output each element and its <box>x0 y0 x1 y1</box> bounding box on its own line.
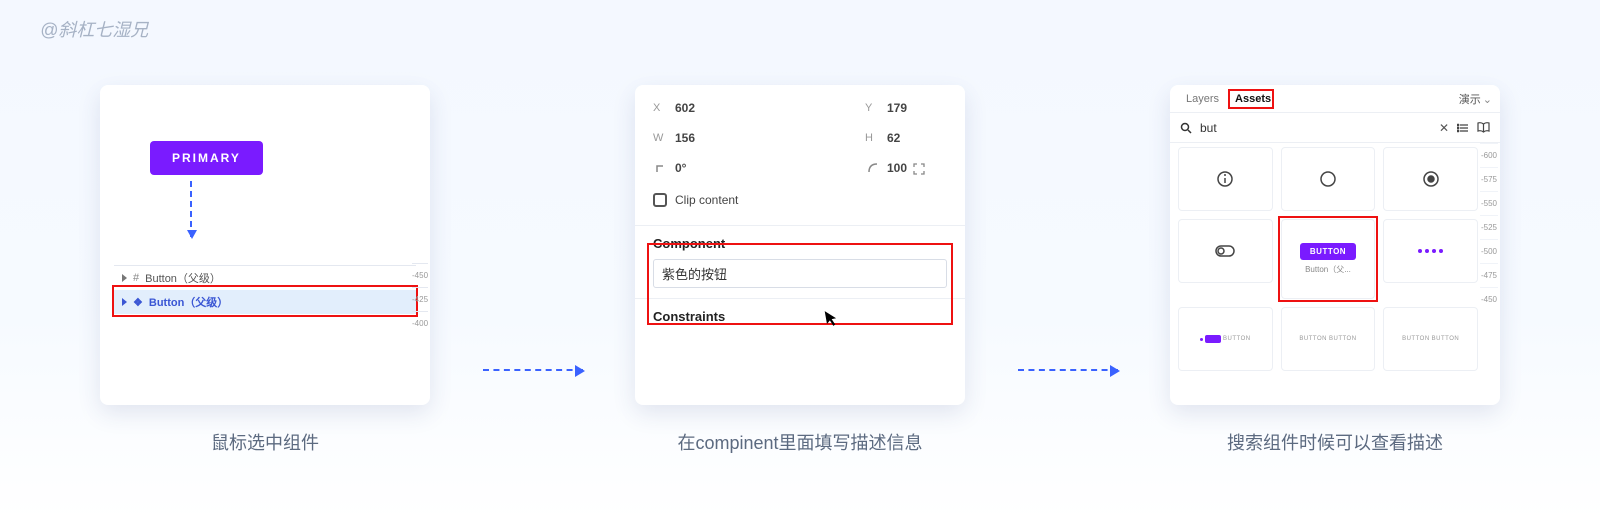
info-icon <box>1216 170 1234 188</box>
constraints-section-title: Constraints <box>653 309 947 324</box>
button-pill: BUTTON <box>1300 243 1356 260</box>
dots-icon <box>1418 249 1443 253</box>
circle-icon <box>1319 170 1337 188</box>
assets-search-bar: but ✕ <box>1170 113 1500 143</box>
frame-icon: # <box>133 272 139 284</box>
button-composite-icon: BUTTON <box>1200 335 1251 343</box>
asset-card[interactable] <box>1383 219 1478 283</box>
search-icon <box>1180 122 1192 134</box>
present-button[interactable]: 演示⌄ <box>1459 91 1492 107</box>
flow-arrow-icon <box>1018 369 1118 371</box>
ruler-tick: -550 <box>1480 191 1498 215</box>
search-input[interactable]: but <box>1200 121 1431 135</box>
ruler-tick: -500 <box>1480 239 1498 263</box>
panel-component-description: X 602 Y 179 W 156 H 62 0° <box>635 85 965 405</box>
asset-card[interactable] <box>1178 219 1273 283</box>
clip-content-label: Clip content <box>675 193 738 207</box>
asset-card[interactable] <box>1383 147 1478 211</box>
clip-content-checkbox[interactable] <box>653 193 667 207</box>
layer-row-selected[interactable]: ❖ Button（父级） <box>114 290 416 314</box>
x-value[interactable]: 602 <box>675 101 735 115</box>
ruler-tick: -475 <box>1480 263 1498 287</box>
expand-triangle-icon[interactable] <box>122 298 127 306</box>
corner-radius-icon <box>865 160 881 176</box>
layer-name: Button（父级） <box>145 270 221 286</box>
asset-card[interactable]: BUTTONBUTTON <box>1281 307 1376 371</box>
diagram-stage: PRIMARY # Button（父级） ❖ Button（父级） -450 -… <box>0 85 1600 505</box>
w-label: W <box>653 132 675 144</box>
library-icon[interactable] <box>1477 122 1490 133</box>
expand-corners-icon[interactable] <box>913 163 925 175</box>
toggle-icon <box>1215 245 1235 257</box>
asset-card[interactable]: BUTTONBUTTON <box>1383 307 1478 371</box>
asset-card[interactable]: BUTTON <box>1178 307 1273 371</box>
tabs-bar: Layers Assets 演示⌄ <box>1170 85 1500 113</box>
ruler-tick: -450 <box>412 263 428 287</box>
rotation-icon <box>653 160 669 176</box>
canvas-ruler: -450 -425 -400 <box>412 263 428 335</box>
layer-row[interactable]: # Button（父级） <box>114 266 416 290</box>
ruler-tick: -525 <box>1480 215 1498 239</box>
component-section-title: Component <box>653 236 947 251</box>
asset-card-featured[interactable]: BUTTON Button（父... <box>1281 219 1376 299</box>
radio-on-icon <box>1422 170 1440 188</box>
list-view-icon[interactable] <box>1457 122 1469 134</box>
flow-arrow-icon <box>483 369 583 371</box>
primary-button[interactable]: PRIMARY <box>150 141 263 175</box>
asset-card[interactable] <box>1281 147 1376 211</box>
panel-caption: 鼠标选中组件 <box>211 429 319 455</box>
panel-search-assets: Layers Assets 演示⌄ but ✕ <box>1170 85 1500 405</box>
assets-grid: BUTTON Button（父... BUTTON BU <box>1178 147 1478 397</box>
button-text-icon: BUTTONBUTTON <box>1299 336 1356 342</box>
w-value[interactable]: 156 <box>675 131 735 145</box>
y-value[interactable]: 179 <box>887 101 947 115</box>
rotation-value[interactable]: 0° <box>675 161 735 175</box>
tab-layers[interactable]: Layers <box>1178 85 1227 112</box>
layer-name: Button（父级） <box>149 294 228 310</box>
asset-card[interactable] <box>1178 147 1273 211</box>
ruler-tick: -400 <box>412 311 428 335</box>
chevron-down-icon: ⌄ <box>1483 94 1492 106</box>
h-label: H <box>865 132 887 144</box>
arrow-down-icon <box>190 181 192 237</box>
x-label: X <box>653 102 675 114</box>
clear-search-icon[interactable]: ✕ <box>1439 121 1449 135</box>
ruler-tick: -575 <box>1480 167 1498 191</box>
h-value[interactable]: 62 <box>887 131 947 145</box>
asset-caption: Button（父... <box>1305 264 1351 275</box>
expand-triangle-icon[interactable] <box>122 274 127 282</box>
canvas-ruler: -600 -575 -550 -525 -500 -475 -450 <box>1480 143 1498 311</box>
y-label: Y <box>865 102 887 114</box>
panel-select-component: PRIMARY # Button（父级） ❖ Button（父级） -450 -… <box>100 85 430 405</box>
ruler-tick: -600 <box>1480 143 1498 167</box>
button-text-icon: BUTTONBUTTON <box>1402 336 1459 342</box>
watermark: @斜杠七湿兄 <box>40 16 148 42</box>
layers-panel: # Button（父级） ❖ Button（父级） <box>114 265 416 314</box>
component-icon: ❖ <box>133 296 143 309</box>
ruler-tick: -425 <box>412 287 428 311</box>
ruler-tick: -450 <box>1480 287 1498 311</box>
component-description-input[interactable] <box>653 259 947 288</box>
panel-caption: 搜索组件时候可以查看描述 <box>1227 429 1443 455</box>
panel-caption: 在compinent里面填写描述信息 <box>677 429 922 455</box>
tab-assets[interactable]: Assets <box>1227 85 1279 112</box>
cursor-icon <box>824 308 841 328</box>
